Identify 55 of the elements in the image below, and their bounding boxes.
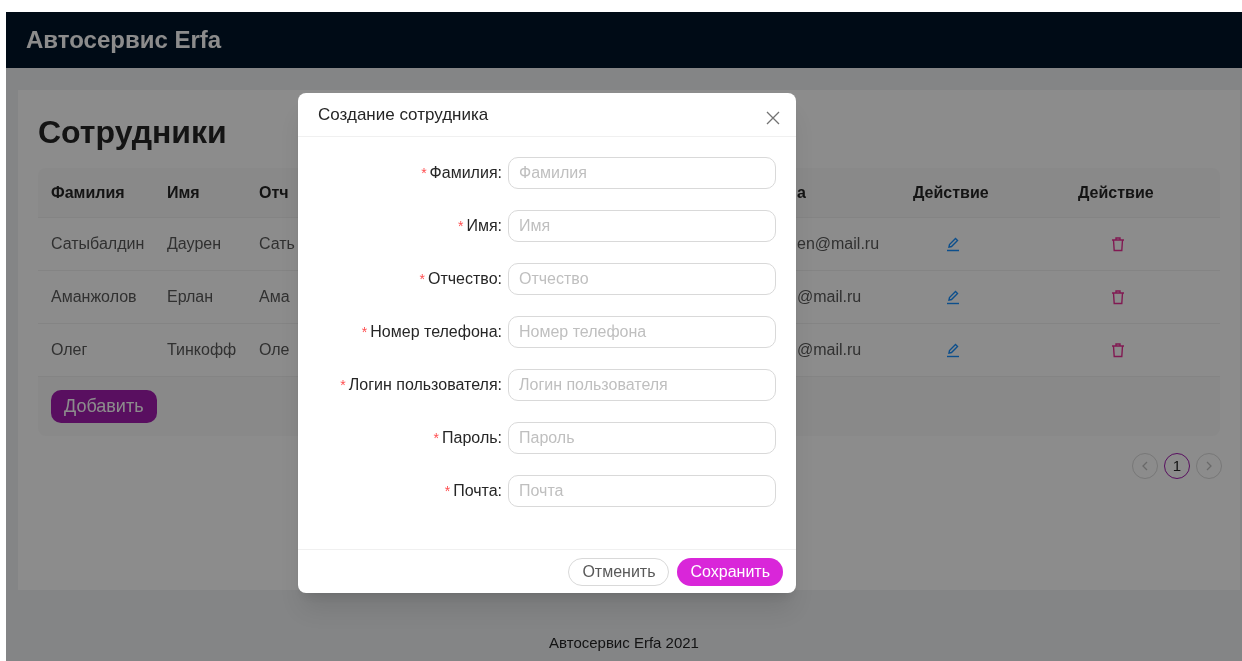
pencil-icon[interactable] [945,342,961,358]
table-cell-text: Оле [259,340,290,360]
column-header: Действие [913,182,989,203]
add-button[interactable]: Добавить [51,390,157,423]
field-label: Номер телефона: [370,322,502,342]
trash-icon[interactable] [1111,236,1125,252]
pencil-icon[interactable] [945,236,961,252]
field-label: Фамилия: [429,163,502,183]
table-cell-text: Олег [51,340,88,360]
table-cell-text: Аманжолов [51,287,137,307]
text-field[interactable]: Номер телефона [508,316,776,348]
text-field[interactable]: Пароль [508,422,776,454]
trash-icon[interactable] [1111,289,1125,305]
field-label: Имя: [466,216,502,236]
required-mark: * [457,216,464,236]
text-field[interactable]: Фамилия [508,157,776,189]
table-cell-text: Тинкофф [167,340,237,360]
field-label: Пароль: [442,428,502,448]
column-header: Фамилия [51,182,125,203]
field-label: Логин пользователя: [348,375,502,395]
table-cell-text: Ерлан [167,287,214,307]
column-header: Отч [259,182,289,203]
column-header: Имя [167,182,200,203]
close-icon[interactable] [766,110,780,125]
table-cell-text: Сать [259,234,295,254]
trash-icon[interactable] [1111,342,1125,358]
chevron-right-icon [1205,461,1213,471]
cancel-button[interactable]: Отменить [568,557,670,586]
table-cell-text: Ама [259,287,290,307]
table-cell-text: @mail.ru [797,340,862,360]
app-title: Автосервис Erfa [26,25,222,55]
text-field[interactable]: Логин пользователя [508,369,776,401]
column-header: Действие [1078,182,1154,203]
page-title: Сотрудники [38,113,227,152]
text-field[interactable]: Имя [508,210,776,242]
field-label: Почта: [453,481,502,501]
required-mark: * [361,322,368,342]
table-cell-text: Даурен [167,234,221,254]
required-mark: * [419,269,425,289]
column-header: а [797,182,806,203]
required-mark: * [444,481,451,501]
required-mark: * [340,375,346,395]
footer-text: Автосервис Erfa 2021 [549,632,699,653]
save-button[interactable]: Сохранить [677,557,783,586]
table-cell-text: @mail.ru [797,287,862,307]
field-label: Отчество: [428,269,502,289]
text-field[interactable]: Отчество [508,263,776,295]
required-mark: * [421,163,427,183]
required-mark: * [433,428,440,448]
table-cell-text: Сатыбалдин [51,234,145,254]
dialog-title: Создание сотрудника [318,103,489,126]
chevron-left-icon [1141,461,1149,471]
table-cell-text: en@mail.ru [797,234,880,254]
text-field[interactable]: Почта [508,475,776,507]
pencil-icon[interactable] [945,289,961,305]
